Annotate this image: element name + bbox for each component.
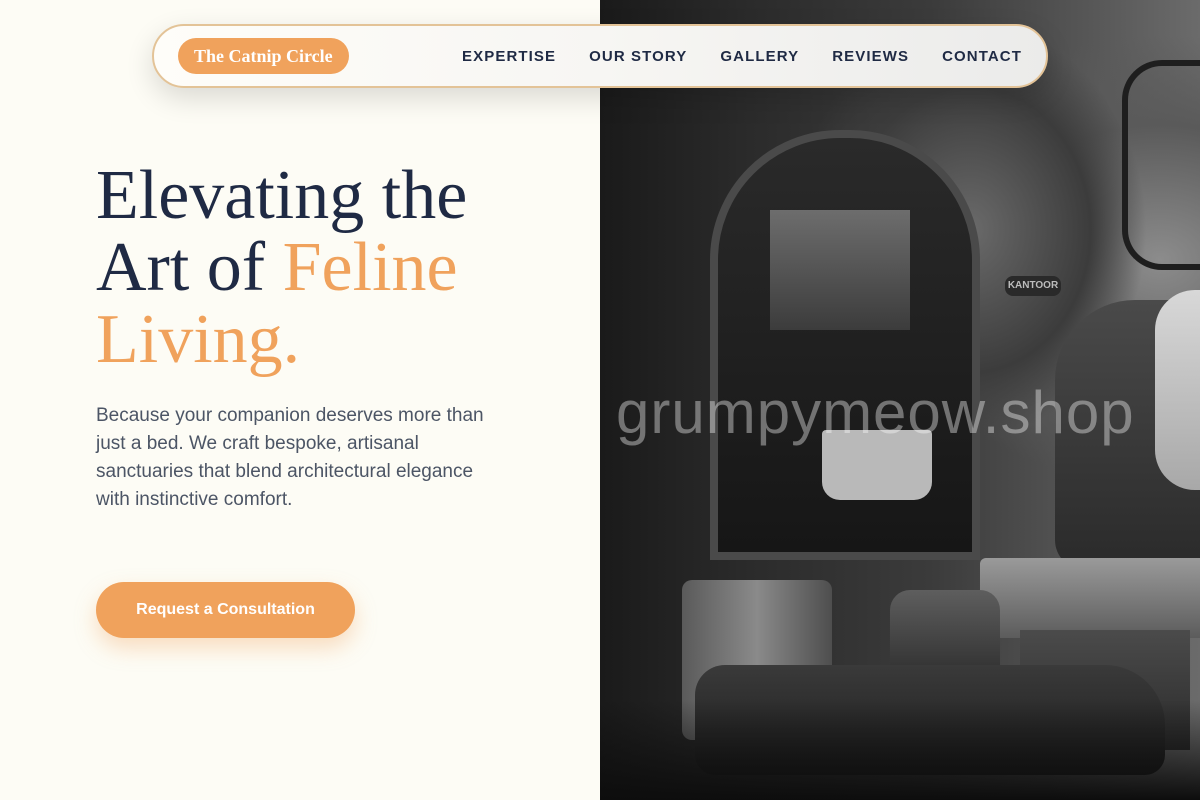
nav-links: EXPERTISE OUR STORY GALLERY REVIEWS CONT…	[462, 48, 1022, 65]
hero-title: Elevating the Art of Feline Living.	[96, 160, 556, 376]
hero-title-line3-accent: Living.	[96, 301, 301, 378]
nav-link-reviews[interactable]: REVIEWS	[832, 48, 909, 65]
request-consultation-button[interactable]: Request a Consultation	[96, 582, 355, 638]
kantoor-sign: KANTOOR	[1005, 276, 1061, 296]
nav-link-gallery[interactable]: GALLERY	[720, 48, 799, 65]
nav-link-contact[interactable]: CONTACT	[942, 48, 1022, 65]
workshop-shelf	[770, 210, 910, 330]
iron-scroll-decoration	[1122, 60, 1200, 270]
hero-title-line1: Elevating the	[96, 157, 468, 234]
hero-description: Because your companion deserves more tha…	[96, 405, 484, 510]
workshop-floor-shadow	[600, 700, 1200, 800]
watermark: grumpymeow.shop	[616, 379, 1135, 446]
nav-link-our-story[interactable]: OUR STORY	[589, 48, 687, 65]
anvil	[980, 558, 1200, 638]
brand-logo[interactable]: The Catnip Circle	[178, 38, 349, 74]
hero-title-line2-accent: Feline	[282, 229, 458, 306]
hero-title-line2-plain: Art of	[96, 229, 266, 306]
blacksmith-beard	[1155, 290, 1200, 490]
nav-link-expertise[interactable]: EXPERTISE	[462, 48, 556, 65]
top-navigation: The Catnip Circle EXPERTISE OUR STORY GA…	[152, 24, 1048, 88]
